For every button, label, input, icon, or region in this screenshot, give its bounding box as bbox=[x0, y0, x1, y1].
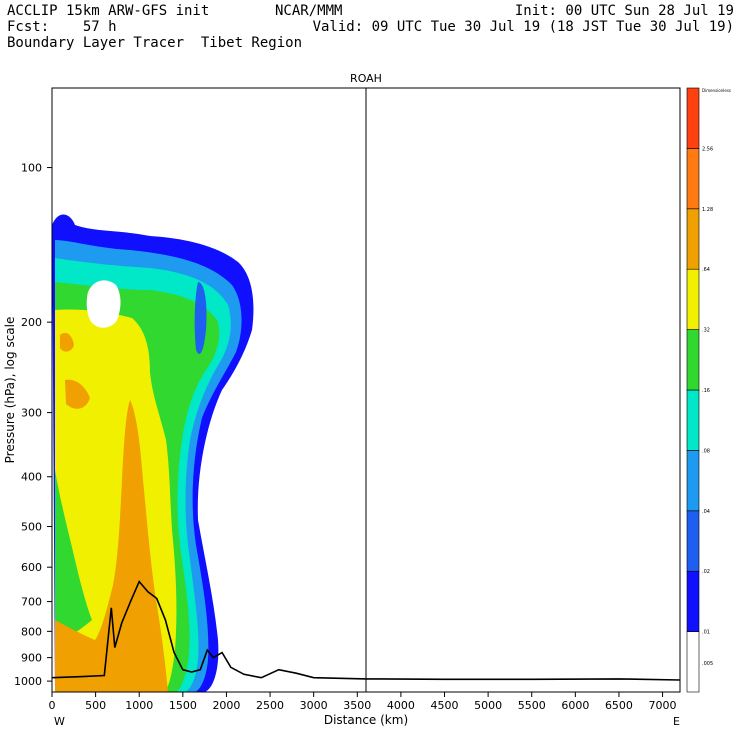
x-tick-label: 7000 bbox=[649, 699, 677, 712]
colorbar-segment bbox=[686, 510, 700, 572]
x-tick-label: 0 bbox=[49, 699, 56, 712]
colorbar-segment bbox=[686, 268, 700, 330]
y-tick-label: 1000 bbox=[14, 675, 42, 688]
colorbar-segment bbox=[686, 208, 700, 270]
x-end-label-left: W bbox=[54, 715, 65, 728]
x-tick-label: 2000 bbox=[212, 699, 240, 712]
colorbar-level-label: .08 bbox=[702, 448, 710, 454]
cross-section-chart: 0 500 1000 1500 2000 2500 3000 3500 4000 4500 5000… bbox=[3, 72, 731, 728]
x-tick-label: 4000 bbox=[387, 699, 415, 712]
y-tick-label: 500 bbox=[21, 521, 42, 534]
x-tick-label: 1500 bbox=[169, 699, 197, 712]
y-tick-label: 600 bbox=[21, 561, 42, 574]
colorbar-segment bbox=[686, 87, 700, 149]
y-tick-label: 900 bbox=[21, 652, 42, 665]
colorbar-level-label: .64 bbox=[702, 267, 710, 273]
x-tick-label: 6500 bbox=[605, 699, 633, 712]
colorbar-segment bbox=[686, 389, 700, 451]
x-tick-label: 5000 bbox=[474, 699, 502, 712]
colorbar-segment bbox=[686, 148, 700, 210]
colorbar-segment bbox=[686, 570, 700, 632]
colorbar-segment bbox=[686, 329, 700, 391]
colorbar-segment bbox=[686, 450, 700, 512]
colorbar-level-label: .005 bbox=[702, 661, 713, 667]
x-tick-label: 6000 bbox=[561, 699, 589, 712]
y-tick-label: 100 bbox=[21, 162, 42, 175]
y-tick-label: 800 bbox=[21, 625, 42, 638]
x-tick-label: 2500 bbox=[256, 699, 284, 712]
tracer-field bbox=[52, 214, 254, 692]
y-tick-label: 700 bbox=[21, 596, 42, 609]
x-tick-label: 3000 bbox=[300, 699, 328, 712]
colorbar-level-label: .02 bbox=[702, 569, 710, 575]
colorbar-level-label: .04 bbox=[702, 509, 710, 515]
colorbar-level-label: 2.56 bbox=[702, 146, 713, 152]
y-axis-label: Pressure (hPa), log scale bbox=[3, 317, 17, 464]
colorbar-unit-label: Dimensionless bbox=[702, 88, 731, 93]
y-tick-label: 300 bbox=[21, 407, 42, 420]
x-tick-label: 1000 bbox=[125, 699, 153, 712]
chart-title: ROAH bbox=[350, 72, 382, 85]
x-tick-label: 500 bbox=[85, 699, 106, 712]
x-tick-label: 4500 bbox=[431, 699, 459, 712]
colorbar-level-label: 1.28 bbox=[702, 207, 713, 213]
y-tick-label: 200 bbox=[21, 316, 42, 329]
x-end-label-right: E bbox=[673, 715, 680, 728]
colorbar-segment bbox=[686, 631, 700, 693]
colorbar-level-label: .32 bbox=[702, 328, 710, 334]
y-tick-label: 400 bbox=[21, 471, 42, 484]
x-tick-label: 5500 bbox=[518, 699, 546, 712]
colorbar-level-label: .16 bbox=[702, 388, 710, 394]
x-tick-label: 3500 bbox=[343, 699, 371, 712]
colorbar-level-label: .01 bbox=[702, 630, 710, 636]
x-axis-label: Distance (km) bbox=[324, 713, 408, 727]
field-hole-white bbox=[86, 280, 121, 328]
